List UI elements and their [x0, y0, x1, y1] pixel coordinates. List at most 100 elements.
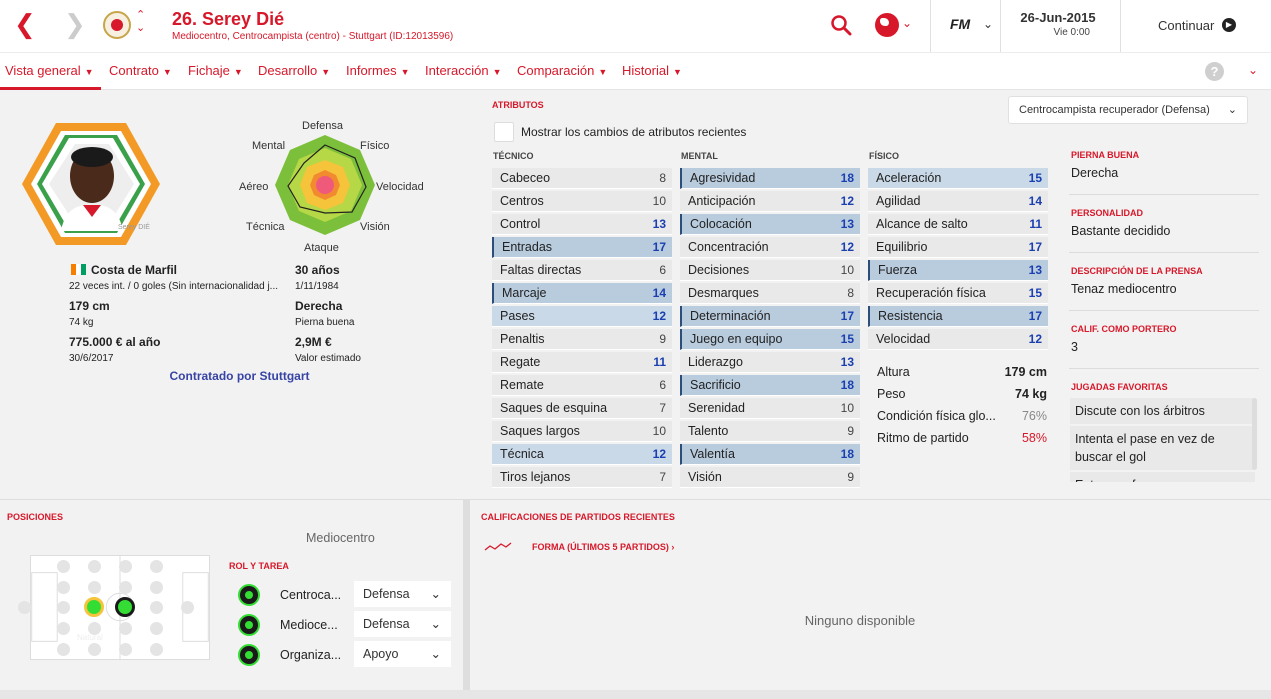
- attribute-row[interactable]: Tiros lejanos 7: [492, 467, 672, 488]
- attribute-row[interactable]: Valentía 18: [680, 444, 860, 465]
- attribute-value: 15: [1028, 286, 1042, 300]
- attribute-row[interactable]: Sacrificio 18: [680, 375, 860, 396]
- attribute-row[interactable]: Saques de esquina 7: [492, 398, 672, 419]
- tab-historial[interactable]: Historial ▼: [622, 63, 682, 78]
- attribute-value: 9: [847, 470, 854, 484]
- show-changes-checkbox[interactable]: [494, 122, 514, 142]
- attribute-name: Velocidad: [876, 332, 931, 346]
- attribute-row[interactable]: Colocación 13: [680, 214, 860, 235]
- attribute-row[interactable]: Anticipación 12: [680, 191, 860, 212]
- duty-select[interactable]: Defensa ⌄: [354, 611, 451, 637]
- attribute-row[interactable]: Faltas directas 6: [492, 260, 672, 281]
- pitch-position-dot: [119, 560, 132, 573]
- attribute-row[interactable]: Pases 12: [492, 306, 672, 327]
- tab-comparacion[interactable]: Comparación ▼: [517, 63, 607, 78]
- back-arrow-icon[interactable]: ❮: [14, 10, 36, 40]
- form-trend-icon: [484, 542, 512, 551]
- attribute-name: Valentía: [690, 447, 735, 461]
- attribute-row[interactable]: Desmarques 8: [680, 283, 860, 304]
- wage: 775.000 € al año: [69, 335, 161, 349]
- attribute-row[interactable]: Resistencia 17: [868, 306, 1048, 327]
- empty-state-text: Ninguno disponible: [804, 613, 916, 628]
- pitch-position-dot: [119, 643, 132, 656]
- fm-logo[interactable]: FM: [950, 16, 970, 32]
- radar-label-defensa: Defensa: [302, 120, 343, 132]
- chevron-down-icon[interactable]: ⌄: [902, 16, 912, 30]
- help-icon[interactable]: ?: [1205, 62, 1224, 81]
- tab-interaccion[interactable]: Interacción ▼: [425, 63, 502, 78]
- tab-informes[interactable]: Informes ▼: [346, 63, 410, 78]
- role-rating-icon: [238, 614, 260, 636]
- duty-select[interactable]: Defensa ⌄: [354, 581, 451, 607]
- chevron-down-icon[interactable]: ⌄: [983, 17, 993, 31]
- attribute-name: Serenidad: [688, 401, 745, 415]
- match-ratings-heading: CALIFICACIONES DE PARTIDOS RECIENTES: [481, 512, 675, 522]
- top-bar: ❮ ❯ ⌃ ⌄ 26. Serey Dié Mediocentro, Centro…: [0, 0, 1271, 52]
- attribute-row[interactable]: Visión 9: [680, 467, 860, 488]
- attribute-row[interactable]: Talento 9: [680, 421, 860, 442]
- attribute-value: 10: [840, 263, 854, 277]
- attribute-row[interactable]: Centros 10: [492, 191, 672, 212]
- form-link[interactable]: FORMA (ÚLTIMOS 5 PARTIDOS) ›: [532, 542, 674, 552]
- continue-button[interactable]: Continuar: [1158, 18, 1214, 33]
- attribute-row[interactable]: Cabeceo 8: [492, 168, 672, 189]
- pitch-position-dot: [150, 581, 163, 594]
- list-item: Entra con fuerza: [1070, 472, 1255, 482]
- chevron-down-icon[interactable]: ⌄: [1248, 63, 1258, 77]
- forward-arrow-icon[interactable]: ❯: [64, 10, 86, 40]
- tab-vista-general[interactable]: Vista general ▼: [5, 63, 94, 78]
- tab-desarrollo[interactable]: Desarrollo ▼: [258, 63, 330, 78]
- attribute-value: 9: [659, 332, 666, 346]
- attribute-row[interactable]: Entradas 17: [492, 237, 672, 258]
- attribute-name: Equilibrio: [876, 240, 928, 254]
- attribute-row[interactable]: Decisiones 10: [680, 260, 860, 281]
- attribute-row[interactable]: Agresividad 18: [680, 168, 860, 189]
- attribute-row[interactable]: Recuperación física 15: [868, 283, 1048, 304]
- physical-extra-row: Altura 179 cm: [877, 365, 1047, 379]
- attribute-row[interactable]: Concentración 12: [680, 237, 860, 258]
- continue-arrow-icon[interactable]: ▶: [1222, 18, 1236, 32]
- globe-icon[interactable]: [875, 13, 899, 37]
- attribute-row[interactable]: Aceleración 15: [868, 168, 1048, 189]
- attribute-value: 7: [659, 470, 666, 484]
- attribute-value: 10: [652, 424, 666, 438]
- role-dropdown[interactable]: Centrocampista recuperador (Defensa) ⌄: [1008, 96, 1248, 124]
- duty-value: Defensa: [363, 617, 410, 631]
- attribute-name: Recuperación física: [876, 286, 986, 300]
- attribute-name: Alcance de salto: [876, 217, 968, 231]
- attribute-row[interactable]: Fuerza 13: [868, 260, 1048, 281]
- attribute-row[interactable]: Marcaje 14: [492, 283, 672, 304]
- plays-scrollbar[interactable]: [1252, 398, 1257, 470]
- attribute-name: Saques largos: [500, 424, 580, 438]
- attribute-row[interactable]: Control 13: [492, 214, 672, 235]
- attribute-row[interactable]: Serenidad 10: [680, 398, 860, 419]
- attribute-row[interactable]: Liderazgo 13: [680, 352, 860, 373]
- pitch-position-dot: [57, 643, 70, 656]
- role-row: Organiza... Apoyo ⌄: [238, 641, 453, 667]
- attribute-row[interactable]: Saques largos 10: [492, 421, 672, 442]
- attribute-row[interactable]: Alcance de salto 11: [868, 214, 1048, 235]
- attribute-row[interactable]: Equilibrio 17: [868, 237, 1048, 258]
- tab-contrato[interactable]: Contrato ▼: [109, 63, 172, 78]
- show-changes-label[interactable]: Mostrar los cambios de atributos recient…: [521, 125, 746, 139]
- attribute-row[interactable]: Remate 6: [492, 375, 672, 396]
- attribute-row[interactable]: Determinación 17: [680, 306, 860, 327]
- attribute-row[interactable]: Velocidad 12: [868, 329, 1048, 350]
- player-up-down-arrows-icon[interactable]: ⌃ ⌄: [136, 9, 145, 35]
- favourite-plays-list[interactable]: Discute con los árbitros Intenta el pase…: [1070, 398, 1255, 482]
- hired-by-link[interactable]: Contratado por Stuttgart: [0, 369, 479, 383]
- attribute-row[interactable]: Agilidad 14: [868, 191, 1048, 212]
- attribute-row[interactable]: Juego en equipo 15: [680, 329, 860, 350]
- divider: [1069, 310, 1259, 311]
- tab-fichaje[interactable]: Fichaje ▼: [188, 63, 243, 78]
- radar-label-aereo: Aéreo: [239, 181, 269, 193]
- duty-select[interactable]: Apoyo ⌄: [354, 641, 451, 667]
- search-icon[interactable]: [829, 13, 853, 37]
- attribute-row[interactable]: Regate 11: [492, 352, 672, 373]
- attribute-name: Sacrificio: [690, 378, 741, 392]
- divider: [1069, 252, 1259, 253]
- attribute-name: Cabeceo: [500, 171, 551, 185]
- attribute-value: 15: [1028, 171, 1042, 185]
- attribute-row[interactable]: Técnica 12: [492, 444, 672, 465]
- attribute-row[interactable]: Penaltis 9: [492, 329, 672, 350]
